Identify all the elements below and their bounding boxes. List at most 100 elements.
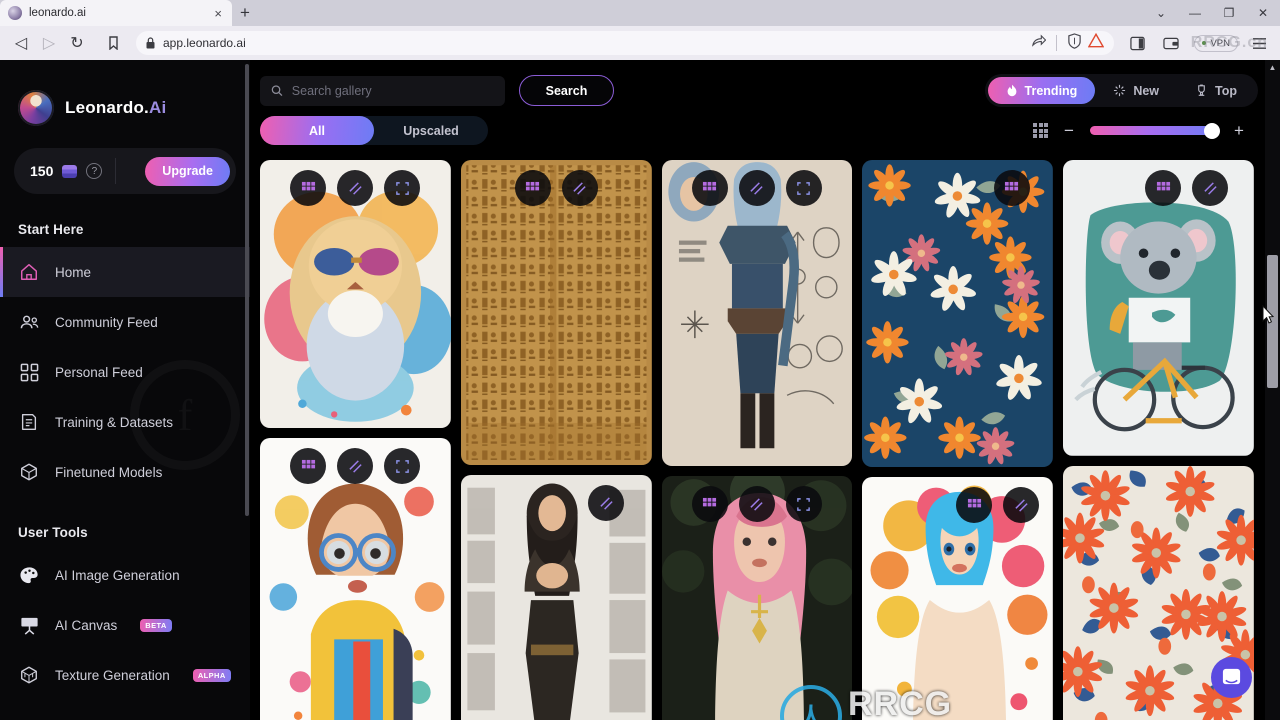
close-tab-icon[interactable]: × — [212, 7, 224, 20]
sidebar-item-label: Training & Datasets — [55, 414, 174, 430]
url-text: app.leonardo.ai — [163, 36, 246, 50]
variations-icon[interactable] — [561, 170, 598, 206]
credits-bar: 150 ? Upgrade — [14, 148, 236, 194]
upgrade-button[interactable]: Upgrade — [145, 156, 230, 186]
gallery-card-girl-glasses[interactable] — [260, 438, 451, 720]
leonardo-logo-icon — [18, 90, 54, 126]
close-window-button[interactable]: ✕ — [1246, 0, 1280, 26]
variations-icon[interactable] — [337, 170, 374, 206]
filter-upscaled[interactable]: Upscaled — [374, 116, 488, 145]
chevron-down-icon[interactable]: ⌄ — [1144, 0, 1178, 26]
remix-icon[interactable] — [993, 170, 1030, 206]
toolbar-divider — [1056, 35, 1058, 51]
scroll-up-arrow-icon[interactable]: ▲ — [1265, 60, 1280, 75]
zoom-slider[interactable] — [1090, 122, 1220, 139]
remix-icon[interactable] — [691, 170, 728, 206]
help-circle-icon[interactable]: ? — [86, 163, 103, 179]
tab-top[interactable]: Top — [1177, 77, 1255, 104]
expand-icon[interactable] — [785, 170, 822, 206]
grid-density-icon[interactable] — [1033, 123, 1048, 138]
intercom-chat-icon[interactable] — [1211, 657, 1252, 698]
gallery-card-koala[interactable] — [1063, 160, 1254, 456]
people-icon — [18, 311, 40, 333]
tab-label: New — [1133, 83, 1160, 98]
card-actions — [461, 170, 652, 206]
share-icon[interactable] — [1031, 33, 1047, 53]
remix-icon[interactable] — [691, 486, 728, 523]
back-icon[interactable]: ◁ — [8, 30, 34, 56]
cube-icon — [18, 461, 40, 483]
expand-icon[interactable] — [384, 170, 421, 206]
address-bar[interactable]: app.leonardo.ai — [136, 31, 1115, 55]
filter-all[interactable]: All — [260, 116, 374, 145]
gallery-card-floral-blue[interactable] — [862, 160, 1054, 468]
search-input-wrap[interactable] — [260, 75, 505, 106]
gallery-card-warrior[interactable] — [661, 160, 853, 467]
maximize-button[interactable]: ❐ — [1212, 0, 1246, 26]
card-artwork — [862, 160, 1054, 468]
search-input[interactable] — [291, 83, 494, 98]
flame-icon — [1007, 84, 1016, 97]
sidebar-item-home[interactable]: Home — [0, 247, 250, 297]
tab-label: Trending — [1024, 83, 1078, 98]
sidebar-panel-icon[interactable] — [1124, 30, 1150, 56]
brave-shields-icon[interactable] — [1067, 32, 1082, 54]
sort-tabs: Trending New Top — [984, 74, 1258, 107]
training-dataset-icon — [18, 411, 40, 433]
new-tab-button[interactable]: + — [232, 0, 258, 26]
variations-icon[interactable] — [337, 448, 374, 485]
gallery-card-hieroglyphs[interactable] — [460, 160, 652, 466]
variations-icon[interactable] — [1003, 487, 1040, 524]
tab-label: Top — [1215, 83, 1237, 98]
minimize-button[interactable]: — — [1178, 0, 1212, 26]
gallery-card-sorceress[interactable] — [460, 475, 652, 720]
zoom-slider-knob[interactable] — [1204, 122, 1220, 139]
zoom-in-button[interactable]: + — [1232, 122, 1246, 139]
sidebar-item-label: AI Canvas — [55, 617, 118, 633]
tab-new[interactable]: New — [1095, 77, 1177, 104]
tab-trending[interactable]: Trending — [987, 77, 1096, 104]
sidebar-item-community-feed[interactable]: Community Feed — [0, 297, 250, 347]
credits-amount: 150 — [30, 163, 54, 179]
remix-icon[interactable] — [514, 170, 551, 206]
remix-icon[interactable] — [290, 170, 327, 206]
sidebar-item-training-datasets[interactable]: Training & Datasets — [0, 397, 250, 447]
browser-tab[interactable]: leonardo.ai × — [0, 0, 232, 26]
image-gallery — [260, 160, 1254, 720]
reload-icon[interactable]: ↻ — [64, 30, 90, 56]
sidebar-item-label: AI Image Generation — [55, 567, 180, 583]
remix-icon[interactable] — [1145, 170, 1182, 206]
remix-icon[interactable] — [956, 487, 993, 524]
variations-icon[interactable] — [738, 486, 775, 523]
brave-leo-icon[interactable] — [1088, 32, 1105, 53]
sidebar-item-ai-canvas[interactable]: AI Canvas BETA — [0, 600, 250, 650]
browser-watermark: RRCG.cn — [1190, 34, 1268, 51]
zoom-out-button[interactable]: − — [1062, 122, 1076, 139]
page-scrollbar[interactable]: ▲ — [1265, 60, 1280, 720]
search-button[interactable]: Search — [519, 75, 614, 106]
variations-icon[interactable] — [738, 170, 775, 206]
bookmark-icon[interactable] — [100, 30, 126, 56]
sidebar-item-personal-feed[interactable]: Personal Feed — [0, 347, 250, 397]
sparkle-icon — [1114, 84, 1126, 97]
search-icon — [271, 85, 283, 96]
card-actions — [862, 487, 1053, 524]
gallery-card-candy-hair[interactable] — [862, 477, 1054, 720]
expand-icon[interactable] — [384, 448, 421, 485]
controls-row-search: Search Trending New Top — [260, 74, 1258, 107]
card-actions — [461, 485, 652, 522]
gallery-card-pink-hair[interactable] — [661, 476, 853, 720]
app-brand[interactable]: Leonardo.Ai — [0, 90, 250, 126]
variations-icon[interactable] — [588, 485, 625, 522]
sidebar-item-ai-image-generation[interactable]: AI Image Generation — [0, 550, 250, 600]
sidebar-item-texture-generation[interactable]: Texture Generation ALPHA — [0, 650, 250, 700]
remix-icon[interactable] — [290, 448, 327, 485]
sidebar-item-finetuned-models[interactable]: Finetuned Models — [0, 447, 250, 497]
forward-icon[interactable]: ▷ — [36, 30, 62, 56]
brave-wallet-icon[interactable] — [1158, 30, 1184, 56]
gallery-card-lion[interactable] — [260, 160, 451, 429]
sidebar-item-label: Home — [55, 264, 92, 280]
sidebar-scrollbar[interactable] — [245, 60, 249, 720]
variations-icon[interactable] — [1192, 170, 1229, 206]
expand-icon[interactable] — [785, 486, 822, 523]
